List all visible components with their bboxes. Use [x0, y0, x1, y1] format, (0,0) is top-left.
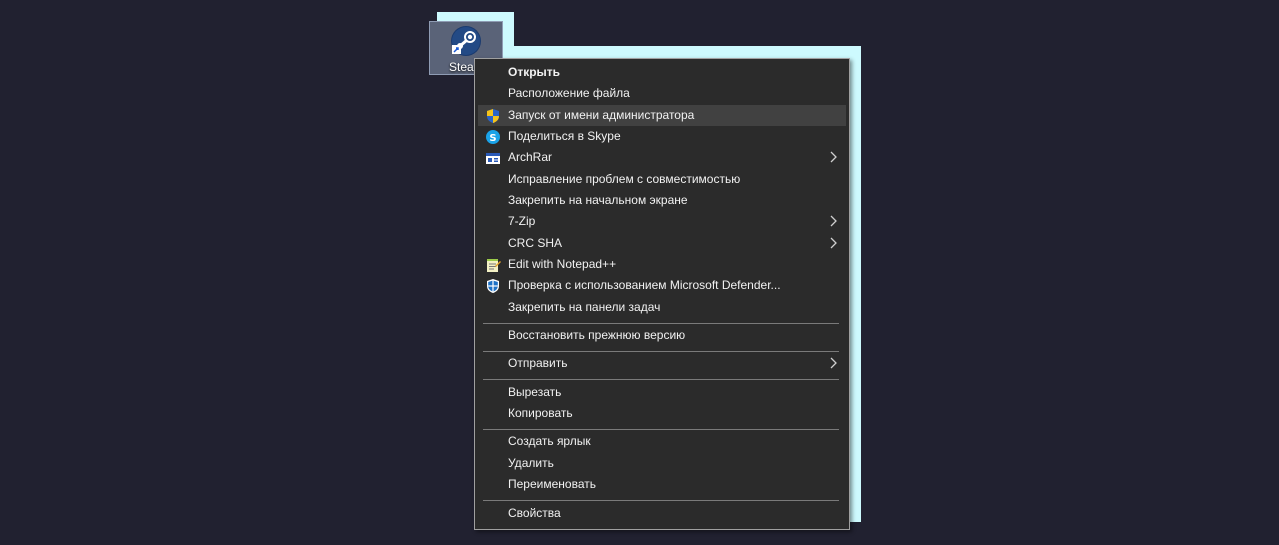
menu-separator: [483, 379, 839, 380]
menu-item-defender-scan[interactable]: Проверка с использованием Microsoft Defe…: [478, 275, 846, 296]
skype-icon: S: [486, 130, 500, 144]
menu-separator: [483, 351, 839, 352]
menu-separator: [483, 500, 839, 501]
menu-item-delete[interactable]: Удалить: [478, 453, 846, 474]
menu-item-label: Удалить: [508, 456, 554, 470]
menu-item-label: ArchRar: [508, 150, 553, 164]
menu-item-label: Вырезать: [508, 385, 562, 399]
menu-item-label: Восстановить прежнюю версию: [508, 328, 686, 342]
menu-item-create-shortcut[interactable]: Создать ярлык: [478, 431, 846, 452]
chevron-right-icon: [830, 215, 837, 227]
menu-item-run-as-admin[interactable]: Запуск от имени администратора: [478, 105, 846, 126]
defender-icon: [487, 279, 499, 293]
menu-item-compatibility[interactable]: Исправление проблем с совместимостью: [478, 169, 846, 190]
context-menu: Открыть Расположение файла Запуск от име…: [474, 58, 850, 530]
menu-item-file-location[interactable]: Расположение файла: [478, 83, 846, 104]
svg-text:S: S: [489, 133, 496, 144]
menu-item-label: Расположение файла: [508, 86, 630, 100]
menu-item-label: Закрепить на начальном экране: [508, 193, 688, 207]
menu-item-label: CRC SHA: [508, 236, 563, 250]
menu-item-send-to[interactable]: Отправить: [478, 353, 846, 374]
menu-item-pin-start[interactable]: Закрепить на начальном экране: [478, 190, 846, 211]
menu-item-open[interactable]: Открыть: [478, 62, 846, 83]
menu-item-label: Закрепить на панели задач: [508, 300, 661, 314]
menu-separator: [483, 429, 839, 430]
menu-item-copy[interactable]: Копировать: [478, 403, 846, 424]
menu-item-crc-sha[interactable]: CRC SHA: [478, 233, 846, 254]
menu-item-restore-previous[interactable]: Восстановить прежнюю версию: [478, 325, 846, 346]
archrar-icon: [486, 153, 500, 164]
notepad-plus-plus-icon: [487, 259, 501, 272]
menu-separator: [483, 323, 839, 324]
menu-item-label: Создать ярлык: [508, 434, 591, 448]
menu-item-pin-taskbar[interactable]: Закрепить на панели задач: [478, 297, 846, 318]
menu-item-label: Копировать: [508, 406, 573, 420]
chevron-right-icon: [830, 357, 837, 369]
desktop: Steam Открыть Расположение файла Запуск …: [0, 0, 1279, 545]
menu-item-label: Edit with Notepad++: [508, 257, 617, 271]
menu-item-label: Проверка с использованием Microsoft Defe…: [508, 278, 781, 292]
menu-item-share-skype[interactable]: S Поделиться в Skype: [478, 126, 846, 147]
menu-item-7zip[interactable]: 7-Zip: [478, 211, 846, 232]
menu-item-rename[interactable]: Переименовать: [478, 474, 846, 495]
menu-item-label: 7-Zip: [508, 214, 536, 228]
menu-item-label: Свойства: [508, 506, 561, 520]
menu-item-label: Поделиться в Skype: [508, 129, 621, 143]
steam-icon: [451, 26, 481, 56]
menu-item-label: Переименовать: [508, 477, 596, 491]
chevron-right-icon: [830, 237, 837, 249]
menu-item-edit-notepad[interactable]: Edit with Notepad++: [478, 254, 846, 275]
menu-item-label: Запуск от имени администратора: [508, 108, 695, 122]
menu-item-archrar[interactable]: ArchRar: [478, 147, 846, 168]
chevron-right-icon: [830, 151, 837, 163]
uac-shield-icon: [487, 109, 499, 123]
menu-item-properties[interactable]: Свойства: [478, 503, 846, 524]
menu-item-cut[interactable]: Вырезать: [478, 382, 846, 403]
menu-item-label: Отправить: [508, 356, 568, 370]
menu-item-label: Открыть: [508, 65, 561, 79]
menu-item-label: Исправление проблем с совместимостью: [508, 172, 741, 186]
